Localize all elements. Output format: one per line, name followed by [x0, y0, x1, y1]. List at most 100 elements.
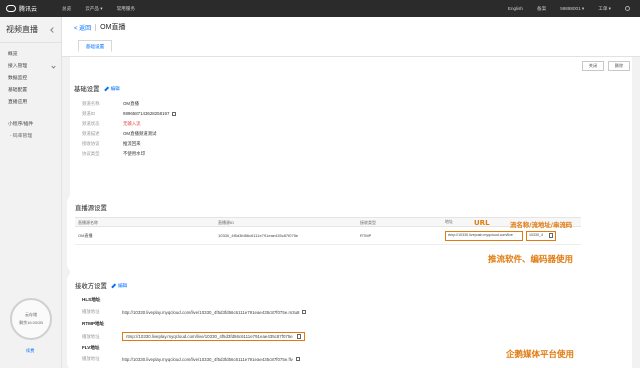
list-item: 频道状态 无输入流 [82, 119, 176, 129]
page-title: OM直播 [100, 24, 126, 31]
field-label: 频道名称 [82, 101, 100, 106]
sidebar-title-text: 视频直播 [6, 25, 38, 34]
copy-icon[interactable] [549, 233, 553, 238]
sidebar-item-label: 数据监控 [8, 76, 28, 81]
nav-overview[interactable]: 总览 [62, 6, 71, 12]
receive-protocol: 推流回来 [123, 141, 141, 146]
hls-row: 播放地址 http://10330.liveplay.myqcloud.com/… [82, 309, 307, 315]
hls-title: HLS地址 [82, 297, 101, 302]
field-value: http://10330.liveplay.myqcloud.com/live/… [122, 357, 300, 362]
sidebar-item-overview[interactable]: 概览 [0, 49, 61, 61]
cloud-logo-icon [6, 5, 16, 12]
account-menu[interactable]: 59888001 ▾ [560, 6, 584, 12]
copy-icon[interactable] [302, 309, 307, 315]
list-item: 协议类型 不使用水印 [82, 149, 176, 159]
section-title: 接收方设置 [75, 283, 107, 290]
rtmp-url: rtmp://10330.liveplay.myqcloud.com/live/… [126, 334, 293, 339]
section-title: 基础设置 [74, 86, 100, 93]
pencil-icon [111, 283, 116, 288]
field-label: 播放地址 [82, 309, 100, 314]
collapse-icon[interactable] [50, 27, 56, 33]
basic-settings-list: 频道名称 OM直播 频道ID 9896587143628258197 频道状态 … [82, 99, 177, 159]
nav-services[interactable]: 常用服务 [117, 6, 135, 12]
field-label: 播放地址 [82, 356, 100, 361]
delete-button[interactable]: 删除 [608, 61, 630, 71]
top-navigation-bar: 腾讯云 总览 云产品 ▾ 常用服务 English 备案 59888001 ▾ … [0, 0, 640, 17]
storage-label: 云存储 [25, 312, 37, 317]
close-button[interactable]: 关闭 [582, 61, 604, 71]
sidebar-item-label: 小程序/插件 [8, 122, 34, 127]
nav-products[interactable]: 云产品 ▾ [85, 6, 102, 12]
field-value: OM直播频道测试 [123, 129, 156, 139]
annotation-encoder-use: 推流软件、编码器使用 [488, 255, 574, 265]
section-title: 直播源设置 [75, 205, 107, 212]
column-header: 直播源ID [218, 220, 234, 225]
edit-basic-button[interactable]: 编辑 [103, 86, 120, 92]
top-nav: 总览 云产品 ▾ 常用服务 [62, 6, 135, 12]
flv-row: 播放地址 http://10330.liveplay.myqcloud.com/… [82, 356, 300, 362]
renew-link[interactable]: 续费 [26, 348, 34, 354]
sidebar-item-monitor[interactable]: 数据监控 [0, 73, 61, 85]
channel-description: OM直播频道测试 [123, 131, 157, 136]
sidebar-item-label: 概览 [8, 52, 18, 57]
sidebar-item-miniprogram[interactable]: 小程序/插件 [0, 119, 61, 131]
field-value: 不使用水印 [123, 149, 145, 159]
field-value: 推流回来 [123, 139, 141, 149]
annotation-platform-use: 企鹅媒体平台使用 [506, 350, 575, 360]
protocol-type: 不使用水印 [123, 151, 145, 156]
copy-icon[interactable] [172, 111, 177, 117]
flv-url[interactable]: http://10330.liveplay.myqcloud.com/live/… [122, 357, 293, 362]
flv-title: FLV地址 [82, 345, 100, 350]
receive-settings-card: 接收方设置 编辑 HLS地址 播放地址 http://10330.livepla… [70, 275, 584, 368]
list-item: 频道ID 9896587143628258197 [82, 109, 177, 119]
nav-record[interactable]: 备案 [537, 6, 546, 12]
field-label: 协议类型 [82, 151, 100, 156]
source-settings-card: 直播源设置 直播源名称 直播源ID 接收类型 地址 OM直播 10330_4f5… [70, 197, 584, 270]
source-name: OM直播 [78, 233, 93, 238]
ticket-menu[interactable]: 工单 ▾ [598, 6, 611, 12]
sidebar-item-apps[interactable]: 直播应用 [0, 97, 61, 109]
field-value: OM直播 [123, 99, 139, 109]
back-link[interactable]: < 返回 [74, 23, 91, 32]
stream-key-field[interactable]: 10330_4 [526, 230, 556, 241]
sidebar-item-label: 基础配置 [8, 88, 28, 93]
sidebar-item-label: 直播应用 [8, 100, 28, 105]
status-badge: 无输入流 [123, 121, 141, 126]
stream-key-value: 10330_4 [529, 233, 543, 237]
language-switch[interactable]: English [508, 6, 523, 11]
edit-receive-button[interactable]: 编辑 [111, 283, 127, 289]
field-label: 频道描述 [82, 131, 100, 136]
hls-url[interactable]: http://10330.liveplay.myqcloud.com/live/… [122, 310, 299, 315]
sidebar: 视频直播 概览 接入管理 数据监控 基础配置 直播应用 小程序/插件 - 码率管… [0, 17, 62, 368]
sidebar-item-access[interactable]: 接入管理 [0, 61, 61, 73]
field-label: 接收协议 [82, 141, 100, 146]
chevron-down-icon [51, 64, 56, 69]
sidebar-item-label: 接入管理 [8, 64, 28, 69]
user-icon[interactable] [625, 6, 630, 11]
divider [95, 23, 97, 31]
source-type: RTMP [360, 233, 372, 238]
sidebar-item-label: - 码率管理 [10, 134, 33, 139]
source-table: 直播源名称 直播源ID 接收类型 地址 OM直播 10330_4f5d3fd56… [75, 217, 581, 245]
top-right-menu: English 备案 59888001 ▾ 工单 ▾ [508, 6, 640, 12]
rtmp-url-field[interactable]: rtmp://10330.liveplay.myqcloud.com/live/… [122, 332, 305, 341]
copy-icon[interactable] [296, 334, 301, 339]
field-label: 频道状态 [82, 121, 100, 126]
brand-logo[interactable]: 腾讯云 [0, 4, 62, 13]
receive-settings-header: 接收方设置 编辑 [75, 281, 127, 291]
list-item: 频道描述 OM直播频道测试 [82, 129, 176, 139]
table-header: 直播源名称 直播源ID 接收类型 地址 [75, 217, 581, 227]
list-item: 接收协议 推流回来 [82, 139, 176, 149]
source-id: 10330_4f5d3fd56c6111e791eae435c87f075e [218, 233, 299, 238]
tab-basic-settings[interactable]: 基础设置 [78, 40, 112, 52]
table-row: OM直播 10330_4f5d3fd56c6111e791eae435c87f0… [75, 227, 581, 245]
sidebar-item-bitrate[interactable]: - 码率管理 [0, 131, 61, 143]
push-url-field[interactable]: rtmp://10330.livepush.myqcloud.com/live [445, 230, 523, 241]
source-settings-header: 直播源设置 [75, 203, 107, 212]
list-item: 频道名称 OM直播 [82, 99, 176, 109]
annotation-url: URL [474, 219, 490, 227]
copy-icon[interactable] [295, 356, 300, 362]
source-address: rtmp://10330.livepush.myqcloud.com/live … [445, 227, 581, 244]
field-label: 频道ID [82, 111, 96, 116]
sidebar-item-config[interactable]: 基础配置 [0, 85, 61, 97]
